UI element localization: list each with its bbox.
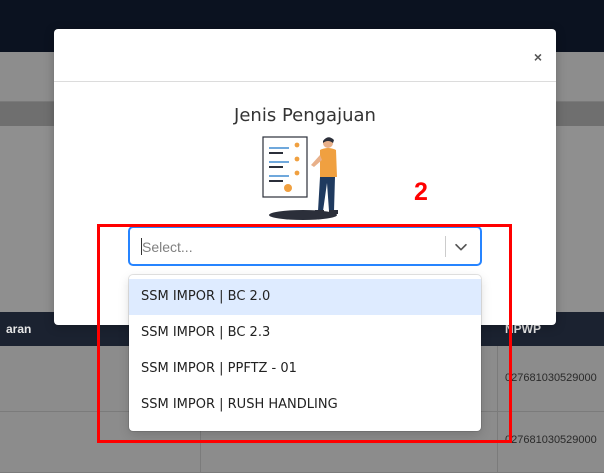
modal-title: Jenis Pengajuan <box>234 105 376 126</box>
modal-header-divider <box>54 81 556 82</box>
annotation-step-number: 2 <box>414 178 428 206</box>
table-header-cell: aran <box>6 322 32 336</box>
annotation-highlight-box <box>97 224 512 443</box>
document-form-person-illustration <box>262 136 338 220</box>
close-icon[interactable]: × <box>530 49 546 65</box>
npwp-value: 027681030529000 <box>505 434 597 446</box>
npwp-value: 027681030529000 <box>505 372 597 384</box>
